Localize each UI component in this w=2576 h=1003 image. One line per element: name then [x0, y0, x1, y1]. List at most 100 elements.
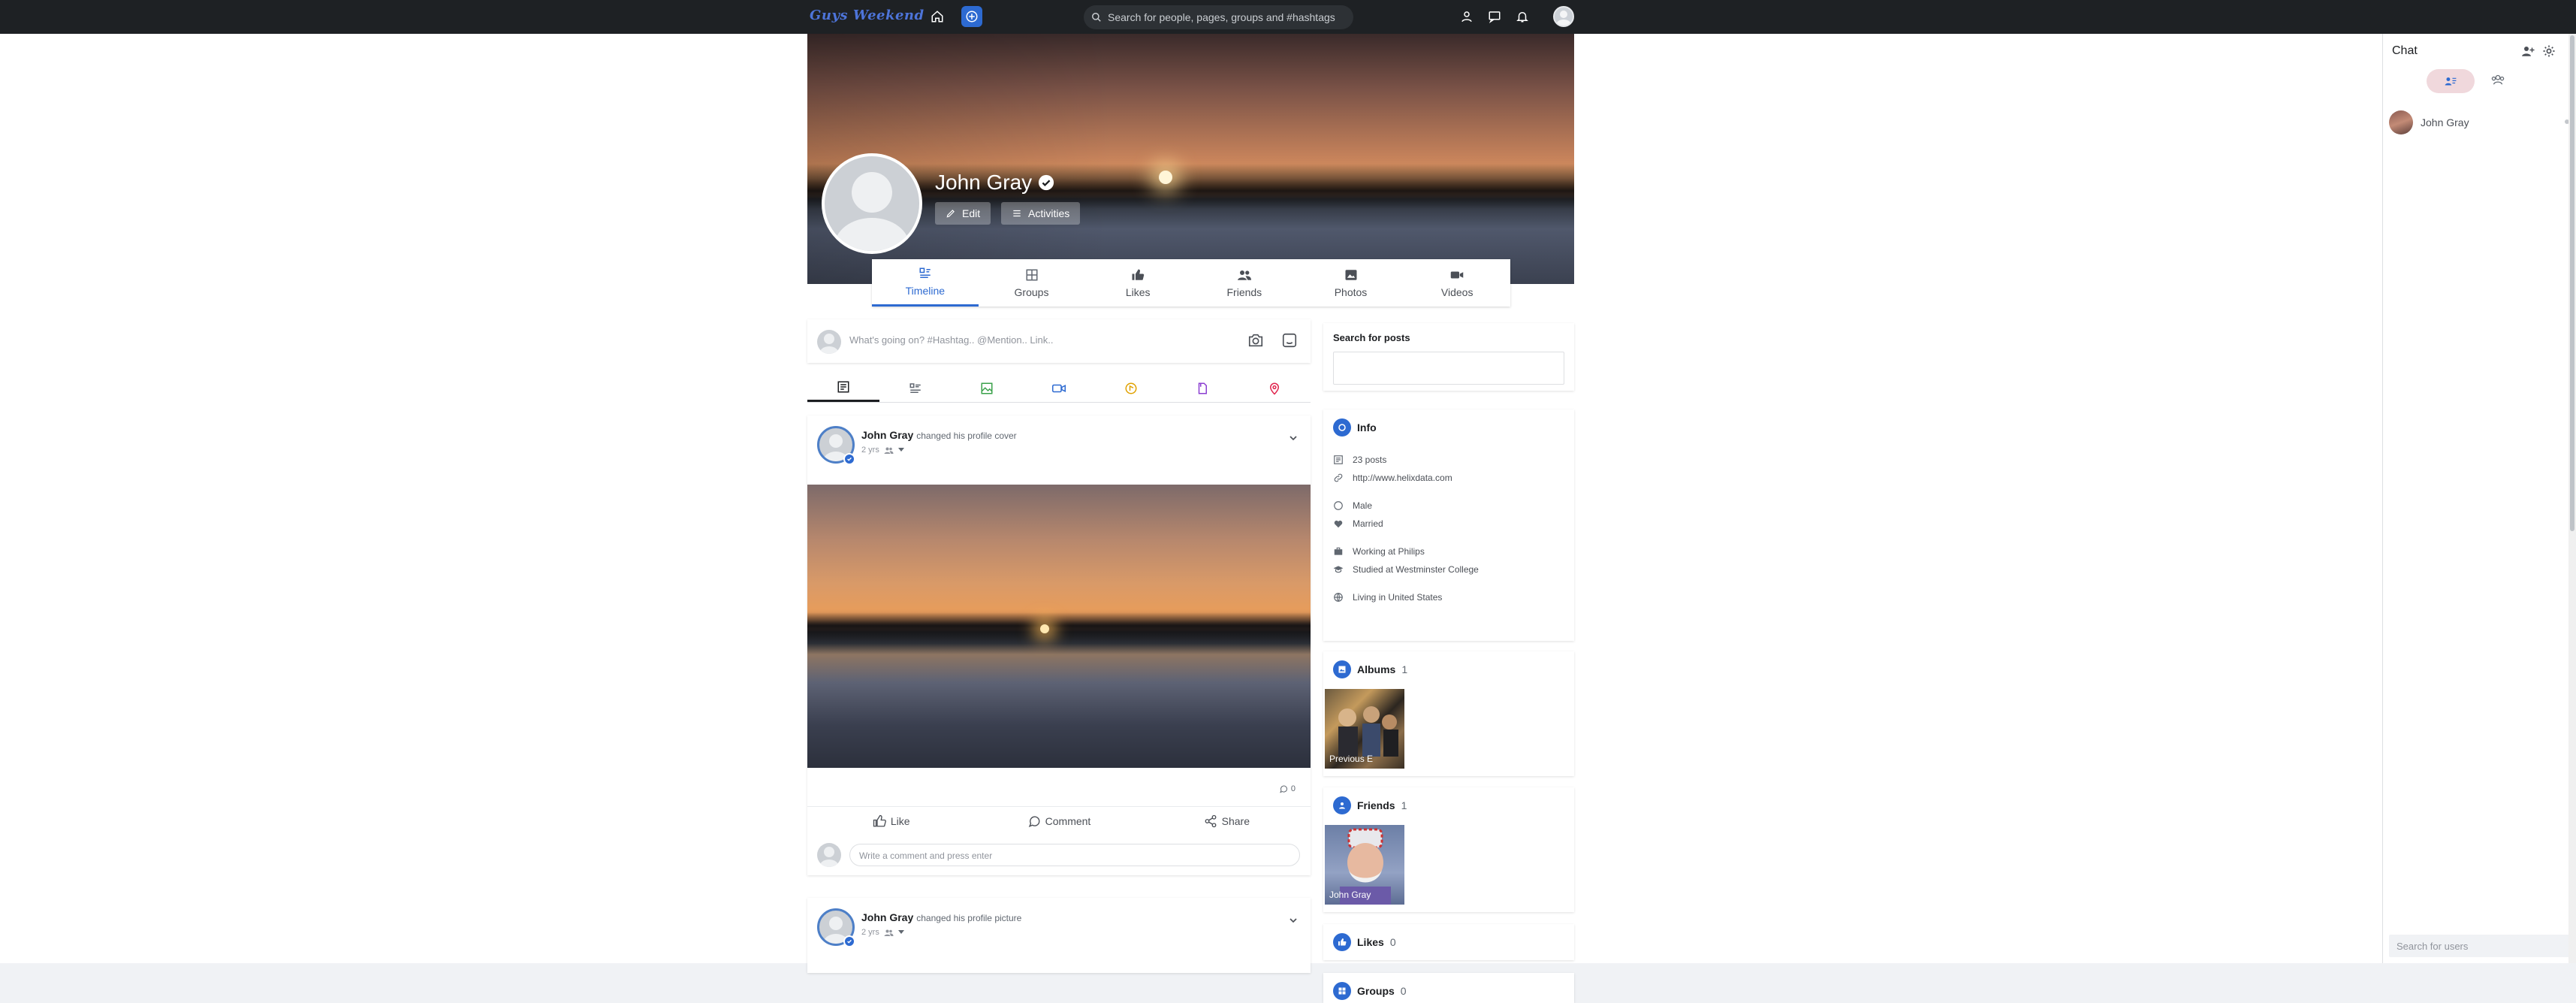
filter-files[interactable] [1167, 374, 1239, 402]
link-icon [1334, 473, 1343, 482]
post-image[interactable] [807, 485, 1311, 768]
home-icon[interactable] [927, 6, 948, 27]
music-icon [1125, 382, 1137, 394]
friends-title[interactable]: Friends 1 [1333, 796, 1407, 814]
profile-tabs: Timeline Groups Likes Friends Photos Vid… [872, 259, 1510, 307]
privacy-friends-icon[interactable] [884, 446, 894, 455]
privacy-friends-icon[interactable] [884, 929, 894, 937]
camera-icon[interactable] [1247, 332, 1265, 350]
image-icon [981, 382, 993, 394]
chat-panel: Chat John Gray Search for users [2382, 34, 2576, 963]
user-icon[interactable] [1456, 6, 1477, 27]
groups-icon [1026, 269, 1037, 280]
post-composer[interactable]: What's going on? #Hashtag.. @Mention.. L… [807, 319, 1311, 363]
like-button[interactable]: Like [807, 807, 975, 835]
info-gender: Male [1333, 500, 1372, 511]
comment-count[interactable]: 0 [1279, 784, 1296, 793]
video-camera-icon [1450, 271, 1464, 278]
scrollbar-thumb[interactable] [2570, 35, 2574, 531]
cover-photo[interactable] [807, 34, 1574, 284]
newsfeed-icon [837, 381, 849, 393]
post-options-chevron-icon[interactable] [1287, 914, 1299, 926]
caret-down-icon[interactable] [897, 930, 904, 935]
profile-name-heading: John Gray [935, 171, 1054, 195]
tab-friends[interactable]: Friends [1191, 259, 1298, 307]
post-options-chevron-icon[interactable] [1287, 432, 1299, 444]
posts-icon [1334, 455, 1343, 464]
friend-thumbnail[interactable]: John Gray [1325, 825, 1404, 905]
post-author-name[interactable]: John Gray [861, 429, 913, 441]
add-contact-icon[interactable] [2521, 44, 2536, 58]
edit-profile-button[interactable]: Edit [935, 202, 991, 225]
page-scrollbar[interactable] [2568, 34, 2576, 963]
info-location: Living in United States [1333, 592, 1442, 603]
profile-picture[interactable] [822, 153, 922, 254]
chat-groups-toggle[interactable] [2491, 74, 2505, 86]
filter-photos[interactable] [951, 374, 1023, 402]
messages-icon[interactable] [1484, 6, 1505, 27]
comment-bubble-icon [1279, 785, 1287, 793]
album-icon [1333, 660, 1351, 678]
filter-music[interactable] [1095, 374, 1167, 402]
tab-likes[interactable]: Likes [1084, 259, 1191, 307]
filter-all-posts[interactable] [807, 374, 879, 402]
post-author-name[interactable]: John Gray [861, 911, 913, 923]
chat-users-toggle[interactable] [2427, 69, 2475, 93]
post-meta: 2 yrs [861, 928, 904, 937]
filter-text[interactable] [879, 374, 952, 402]
global-search-input[interactable]: Search for people, pages, groups and #ha… [1084, 5, 1353, 29]
tab-timeline[interactable]: Timeline [872, 259, 979, 307]
verified-badge-icon [843, 935, 855, 947]
sticker-icon[interactable] [1281, 332, 1299, 350]
friends-icon [1237, 270, 1251, 280]
info-relationship: Married [1333, 518, 1383, 529]
albums-title[interactable]: Albums 1 [1333, 660, 1407, 678]
thumbs-up-icon [1132, 269, 1145, 280]
tab-groups[interactable]: Groups [979, 259, 1085, 307]
info-school: Studied at Westminster College [1333, 564, 1479, 575]
text-list-icon [909, 382, 921, 393]
chat-search-input[interactable]: Search for users [2389, 935, 2571, 957]
post-card: John Gray changed his profile picture 2 y… [807, 898, 1311, 973]
post-time[interactable]: 2 yrs [861, 928, 879, 937]
chat-settings-gear-icon[interactable] [2542, 44, 2556, 58]
notifications-bell-icon[interactable] [1512, 6, 1533, 27]
search-posts-input[interactable] [1333, 352, 1564, 385]
verified-badge-icon [1039, 174, 1054, 191]
chat-contact-row[interactable]: John Gray [2389, 109, 2569, 136]
search-icon [1092, 13, 1101, 22]
groups-title[interactable]: Groups 0 [1333, 982, 1407, 1000]
video-icon [1052, 384, 1066, 392]
friend-label: John Gray [1329, 890, 1371, 900]
composer-placeholder[interactable]: What's going on? #Hashtag.. @Mention.. L… [849, 334, 1054, 346]
post-action-text: changed his profile picture [916, 913, 1022, 923]
info-website[interactable]: http://www.helixdata.com [1333, 473, 1452, 483]
comment-input[interactable]: Write a comment and press enter [849, 844, 1300, 866]
comment-row: Write a comment and press enter [807, 836, 1311, 874]
tab-videos[interactable]: Videos [1404, 259, 1510, 307]
post-action-text: changed his profile cover [916, 431, 1017, 441]
heart-icon [1334, 520, 1343, 528]
filter-videos[interactable] [1023, 374, 1095, 402]
share-button[interactable]: Share [1143, 807, 1311, 835]
create-post-button[interactable] [961, 6, 982, 27]
face-icon [1334, 501, 1343, 510]
caret-down-icon[interactable] [897, 448, 904, 452]
friends-card: Friends 1 John Gray [1323, 787, 1574, 912]
post-time[interactable]: 2 yrs [861, 446, 879, 455]
activities-button[interactable]: Activities [1001, 202, 1081, 225]
file-icon [1199, 382, 1208, 394]
likes-title[interactable]: Likes 0 [1333, 933, 1396, 951]
briefcase-icon [1334, 547, 1343, 555]
tab-photos[interactable]: Photos [1298, 259, 1404, 307]
site-logo[interactable]: Guys Weekend [810, 8, 925, 23]
album-label: Previous E [1329, 754, 1374, 764]
albums-card: Albums 1 Previous E [1323, 651, 1574, 776]
group-icon [2491, 74, 2505, 85]
comment-button[interactable]: Comment [975, 807, 1142, 835]
filter-places[interactable] [1238, 374, 1311, 402]
account-avatar[interactable] [1553, 6, 1574, 27]
commenter-avatar [817, 843, 841, 867]
post-meta: 2 yrs [861, 446, 904, 455]
album-thumbnail[interactable]: Previous E [1325, 689, 1404, 769]
